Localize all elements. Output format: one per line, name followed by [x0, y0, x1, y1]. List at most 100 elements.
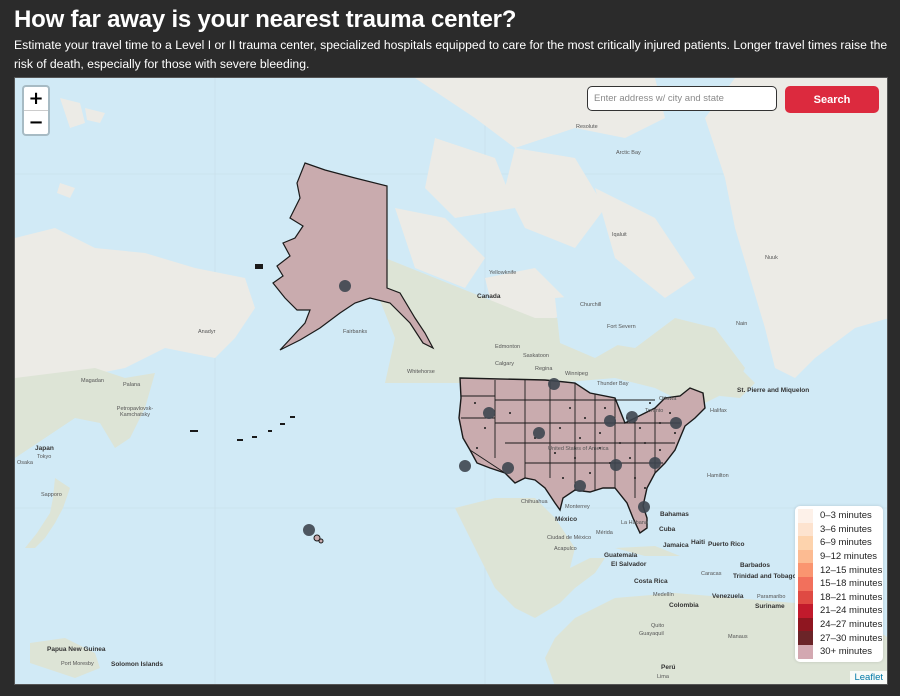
legend-swatch	[798, 644, 813, 659]
legend-label: 30+ minutes	[820, 646, 873, 658]
landmass-mexico	[455, 498, 605, 618]
legend-swatch	[798, 522, 813, 537]
page-title: How far away is your nearest trauma cent…	[14, 6, 517, 33]
legend-item: 9–12 minutes	[795, 549, 883, 564]
legend-item: 12–15 minutes	[795, 563, 883, 577]
landmass-png	[30, 638, 100, 678]
legend-swatch	[798, 617, 813, 632]
map-label: Solomon Islands	[111, 661, 164, 668]
legend-swatch	[798, 604, 813, 618]
legend-item: 0–3 minutes	[795, 509, 883, 523]
map-label: Port Moresby	[61, 661, 94, 667]
map-label: Jamaica	[663, 542, 689, 549]
map-label: Thunder Bay	[597, 381, 629, 387]
landmass-japan	[25, 478, 70, 548]
map-label: Suriname	[755, 603, 785, 610]
map-label: Iqaluit	[612, 232, 627, 238]
map-label: Magadan	[81, 378, 104, 384]
map-label: Venezuela	[712, 593, 744, 600]
map-label: Osaka	[17, 460, 33, 466]
map-label: Guatemala	[604, 552, 638, 559]
search-button[interactable]: Search	[785, 86, 879, 113]
map-label: Petropavlovsk-Kamchatsky	[116, 406, 154, 418]
map-label: Chihuahua	[521, 499, 548, 505]
map-label: Canada	[477, 293, 501, 300]
map-label: Medellín	[653, 592, 674, 598]
leaflet-attribution-link[interactable]: Leaflet	[850, 671, 887, 684]
map-label: Hamilton	[707, 473, 729, 479]
legend-label: 24–27 minutes	[820, 619, 883, 631]
map-label: Arctic Bay	[616, 150, 641, 156]
legend-label: 9–12 minutes	[820, 551, 878, 563]
legend-item: 3–6 minutes	[795, 522, 883, 537]
map-label: Puerto Rico	[708, 541, 745, 548]
legend-swatch	[798, 563, 813, 577]
legend-swatch	[798, 631, 813, 645]
map-label: Sapporo	[41, 492, 62, 498]
map-label: United States of America	[548, 446, 609, 452]
map-label: Tokyo	[37, 454, 52, 460]
map-label: Haiti	[691, 539, 706, 546]
map-label: Papua New Guinea	[47, 646, 106, 653]
map-label: Nain	[736, 321, 748, 327]
map-label: Calgary	[495, 361, 514, 367]
map-label: Churchill	[580, 302, 602, 308]
address-search-input[interactable]	[587, 86, 777, 111]
map-label: Ciudad de México	[547, 535, 592, 541]
map-label: Japan	[35, 445, 54, 452]
map-label: Whitehorse	[407, 369, 435, 375]
legend-label: 3–6 minutes	[820, 523, 872, 535]
map-label: Yellowknife	[489, 270, 517, 276]
legend-item: 27–30 minutes	[795, 631, 883, 645]
map-label: Quito	[651, 623, 665, 629]
map-label: Halifax	[710, 408, 727, 414]
legend-label: 21–24 minutes	[820, 605, 883, 617]
legend-swatch	[798, 536, 813, 550]
map-label: Cuba	[659, 526, 676, 533]
map-label: Winnipeg	[565, 371, 588, 377]
legend-item: 6–9 minutes	[795, 536, 883, 550]
map-container[interactable]: Canada United States of America México C…	[14, 77, 888, 685]
legend-swatch	[798, 509, 813, 523]
map-label: El Salvador	[611, 561, 647, 568]
map-label: Manaus	[728, 634, 748, 640]
legend-item: 18–21 minutes	[795, 590, 883, 605]
map-label: Colombia	[669, 602, 699, 609]
map-label: Bahamas	[660, 511, 689, 518]
map-label: Trinidad and Tobago	[733, 573, 797, 580]
map-label: Nuuk	[765, 255, 778, 261]
legend-swatch	[798, 576, 813, 591]
map-label: Costa Rica	[634, 578, 668, 585]
map-label: Fort Severn	[607, 324, 636, 330]
legend-swatch	[798, 549, 813, 564]
region-alaska[interactable]	[272, 162, 435, 351]
zoom-in-button[interactable]: +	[24, 87, 48, 111]
region-hawaii[interactable]	[313, 534, 324, 544]
map-label: Regina	[535, 366, 553, 372]
legend-label: 12–15 minutes	[820, 564, 883, 576]
map-label: Barbados	[740, 562, 770, 569]
map-label: Monterrey	[565, 504, 590, 510]
page-description: Estimate your travel time to a Level I o…	[14, 38, 888, 71]
map-label: La Habana	[621, 520, 648, 526]
map-label: Mérida	[596, 530, 613, 536]
zoom-control: + −	[22, 85, 50, 136]
legend-swatch	[798, 590, 813, 605]
legend-item: 24–27 minutes	[795, 617, 883, 632]
legend-label: 6–9 minutes	[820, 537, 872, 549]
map-label: Caracas	[701, 571, 722, 577]
legend-item: 15–18 minutes	[795, 576, 883, 591]
map-label: Acapulco	[554, 546, 577, 552]
legend-item: 30+ minutes	[795, 644, 883, 659]
legend-label: 0–3 minutes	[820, 510, 872, 522]
map-label: México	[555, 516, 578, 523]
map-label: St. Pierre and Miquelon	[737, 387, 810, 394]
map-label: Toronto	[645, 408, 664, 414]
legend-label: 18–21 minutes	[820, 591, 883, 603]
map-label: Perú	[661, 664, 676, 671]
map-label: Edmonton	[495, 344, 521, 350]
travel-time-legend: 0–3 minutes 3–6 minutes 6–9 minutes 9–12…	[795, 506, 883, 662]
legend-label: 27–30 minutes	[820, 632, 883, 644]
zoom-out-button[interactable]: −	[24, 111, 48, 134]
map-label: Resolute	[576, 124, 598, 130]
